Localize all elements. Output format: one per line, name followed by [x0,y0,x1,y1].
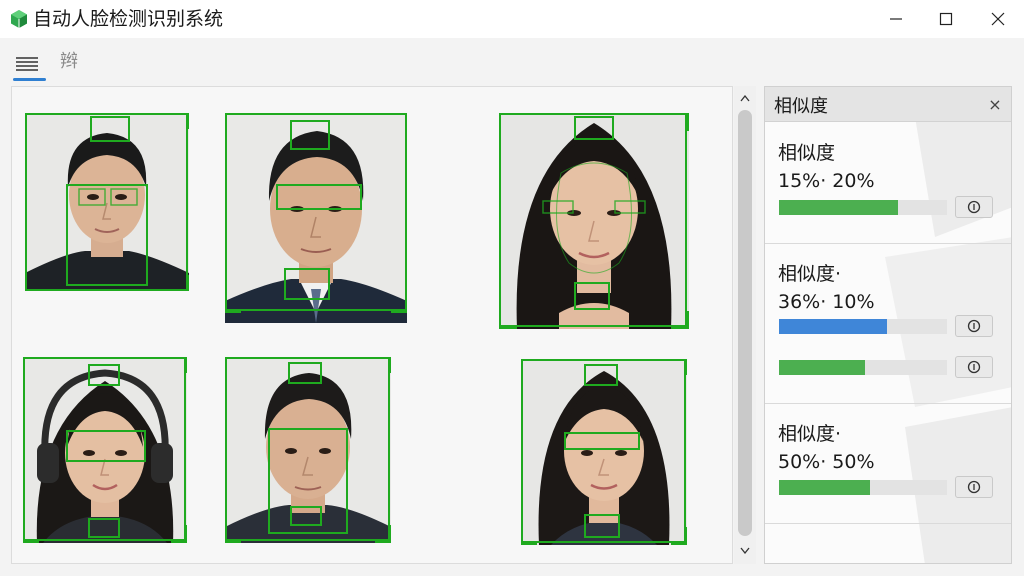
face-thumbnail[interactable] [25,113,189,291]
active-tab-indicator [13,78,46,81]
face-thumbnail[interactable] [499,113,689,329]
similarity-bar [779,319,947,334]
info-icon [967,480,981,494]
face-thumbnail[interactable] [225,357,391,543]
similarity-card: 相似度· 36%· 10% [765,243,1011,404]
info-button[interactable] [955,356,993,378]
info-icon [967,360,981,374]
app-cube-icon [11,10,27,28]
scroll-down-icon [740,547,750,554]
similarity-bar-fill [779,480,870,495]
similarity-card: 相似度· 50%· 50% [765,403,1011,524]
similarity-bar-fill [779,319,887,334]
similarity-value: 50%· 50% [778,451,875,473]
title-bar: 自动人脸检测识别系统 [0,0,1024,39]
face-gallery [11,86,733,564]
info-button[interactable] [955,315,993,337]
similarity-bar [779,360,947,375]
face-thumbnail[interactable] [521,359,687,545]
similarity-panel: 相似度 × 相似度 15%· 20% 相似度· 36%· 10% 相似度· 50 [764,86,1012,564]
info-button[interactable] [955,476,993,498]
panel-title: 相似度 [774,96,828,117]
toolbar-secondary-button[interactable]: 辫 [60,47,78,73]
close-icon [991,12,1005,26]
scroll-down-button[interactable] [734,540,756,560]
scrollbar-thumb[interactable] [738,110,752,536]
maximize-icon [939,12,953,26]
similarity-bar [779,200,947,215]
minimize-icon [890,18,902,20]
similarity-bar-fill [779,360,865,375]
info-button[interactable] [955,196,993,218]
similarity-bar-fill [779,200,899,215]
similarity-label: 相似度 [778,142,836,164]
info-icon [967,200,981,214]
panel-header: 相似度 × [765,87,1011,122]
scroll-up-icon [740,94,750,101]
similarity-value: 15%· 20% [778,170,875,192]
toolbar: 辫 [0,38,1024,82]
gallery-scrollbar[interactable] [734,86,756,564]
menu-icon [16,57,38,71]
maximize-button[interactable] [922,0,970,38]
panel-close-button[interactable]: × [985,94,1005,114]
similarity-value: 36%· 10% [778,291,875,313]
close-window-button[interactable] [974,0,1022,38]
similarity-bar [779,480,947,495]
minimize-button[interactable] [872,0,920,38]
info-icon [967,319,981,333]
menu-button[interactable] [12,46,46,78]
similarity-label: 相似度· [778,263,842,285]
similarity-card: 相似度 15%· 20% [765,122,1011,244]
window-title: 自动人脸检测识别系统 [33,8,224,30]
face-thumbnail[interactable] [225,113,407,323]
face-thumbnail[interactable] [23,357,187,543]
scroll-up-button[interactable] [734,88,756,108]
similarity-label: 相似度· [778,423,842,445]
